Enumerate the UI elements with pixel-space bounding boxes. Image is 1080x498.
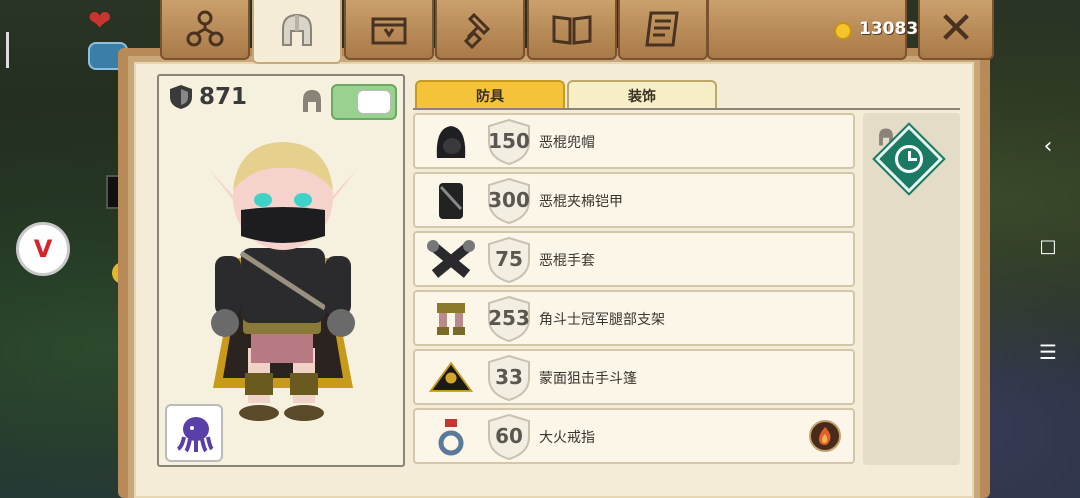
- set-bonus-panel: [863, 113, 960, 465]
- home-nav-icon[interactable]: □: [1038, 236, 1058, 257]
- book-icon: [552, 15, 592, 45]
- item-row-legs[interactable]: 253 角斗士冠军腿部支架: [413, 290, 855, 346]
- item-row-armor[interactable]: 300 恶棍夹棉铠甲: [413, 172, 855, 228]
- scroll-tab[interactable]: [618, 0, 708, 60]
- coin-icon: [834, 22, 852, 40]
- hood-icon: [427, 121, 475, 163]
- heart-icon: ❤: [88, 4, 112, 37]
- close-button[interactable]: ✕: [918, 0, 994, 60]
- scroll-icon: [645, 11, 679, 47]
- fire-icon: [819, 427, 831, 445]
- character-avatar: [208, 142, 358, 421]
- item-name: 恶棍夹棉铠甲: [539, 194, 623, 210]
- pet-slot[interactable]: [165, 404, 223, 462]
- armor-tab[interactable]: [252, 0, 342, 64]
- item-row-cloak[interactable]: 33 蒙面狙击手斗篷: [413, 349, 855, 405]
- armor-total: 871: [169, 84, 247, 110]
- item-row-hood[interactable]: 150 恶棍兜帽: [413, 113, 855, 169]
- group-tab[interactable]: [160, 0, 250, 60]
- leg-brace-icon: [427, 298, 475, 340]
- craft-tab[interactable]: [435, 0, 525, 60]
- armor-badge: 300: [487, 177, 531, 225]
- shield-icon: [170, 85, 192, 109]
- ring-icon: [427, 416, 475, 458]
- item-row-ring[interactable]: 60 大火戒指: [413, 408, 855, 464]
- hammer-icon: [463, 12, 491, 50]
- item-name: 恶棍兜帽: [539, 135, 595, 151]
- top-tab-bar: 13083 ✕: [122, 0, 994, 64]
- app-logo[interactable]: V: [16, 222, 70, 276]
- chest-tab[interactable]: [344, 0, 434, 60]
- toggle-knob: [357, 90, 391, 114]
- tab-armor[interactable]: 防具: [415, 80, 565, 110]
- cloak-icon: [427, 357, 475, 399]
- chest-icon: [371, 17, 407, 45]
- item-name: 恶棍手套: [539, 253, 595, 269]
- item-name: 大火戒指: [539, 430, 595, 446]
- gloves-icon: [427, 239, 475, 281]
- item-row-gloves[interactable]: 75 恶棍手套: [413, 231, 855, 287]
- armor-badge: 60: [487, 413, 531, 461]
- back-nav-icon[interactable]: ‹: [1038, 134, 1058, 159]
- armor-badge: 33: [487, 354, 531, 402]
- armor-total-value: 871: [199, 84, 248, 110]
- coin-counter: 13083: [707, 0, 918, 60]
- divider: [413, 108, 960, 110]
- helmet-icon: [282, 13, 312, 46]
- armor-badge: 253: [487, 295, 531, 343]
- armor-badge: 150: [487, 118, 531, 166]
- item-name: 角斗士冠军腿部支架: [539, 312, 665, 328]
- close-icon: ✕: [937, 3, 975, 54]
- character-panel: 871: [157, 74, 405, 467]
- armor-badge: 75: [487, 236, 531, 284]
- appearance-toggle[interactable]: [331, 84, 397, 120]
- menu-nav-icon[interactable]: ☰: [1038, 340, 1058, 364]
- group-icon: [186, 10, 224, 47]
- tab-decor[interactable]: 装饰: [567, 80, 717, 110]
- item-name: 蒙面狙击手斗篷: [539, 371, 637, 387]
- fire-effect-button[interactable]: [809, 420, 841, 452]
- coin-value: 13083: [859, 19, 919, 39]
- octopus-icon: [176, 417, 214, 453]
- map-tab[interactable]: [527, 0, 617, 60]
- system-indicator: [6, 32, 9, 68]
- padded-armor-icon: [427, 180, 475, 222]
- clock-icon: [895, 145, 923, 173]
- helmet-small-icon: [303, 90, 321, 112]
